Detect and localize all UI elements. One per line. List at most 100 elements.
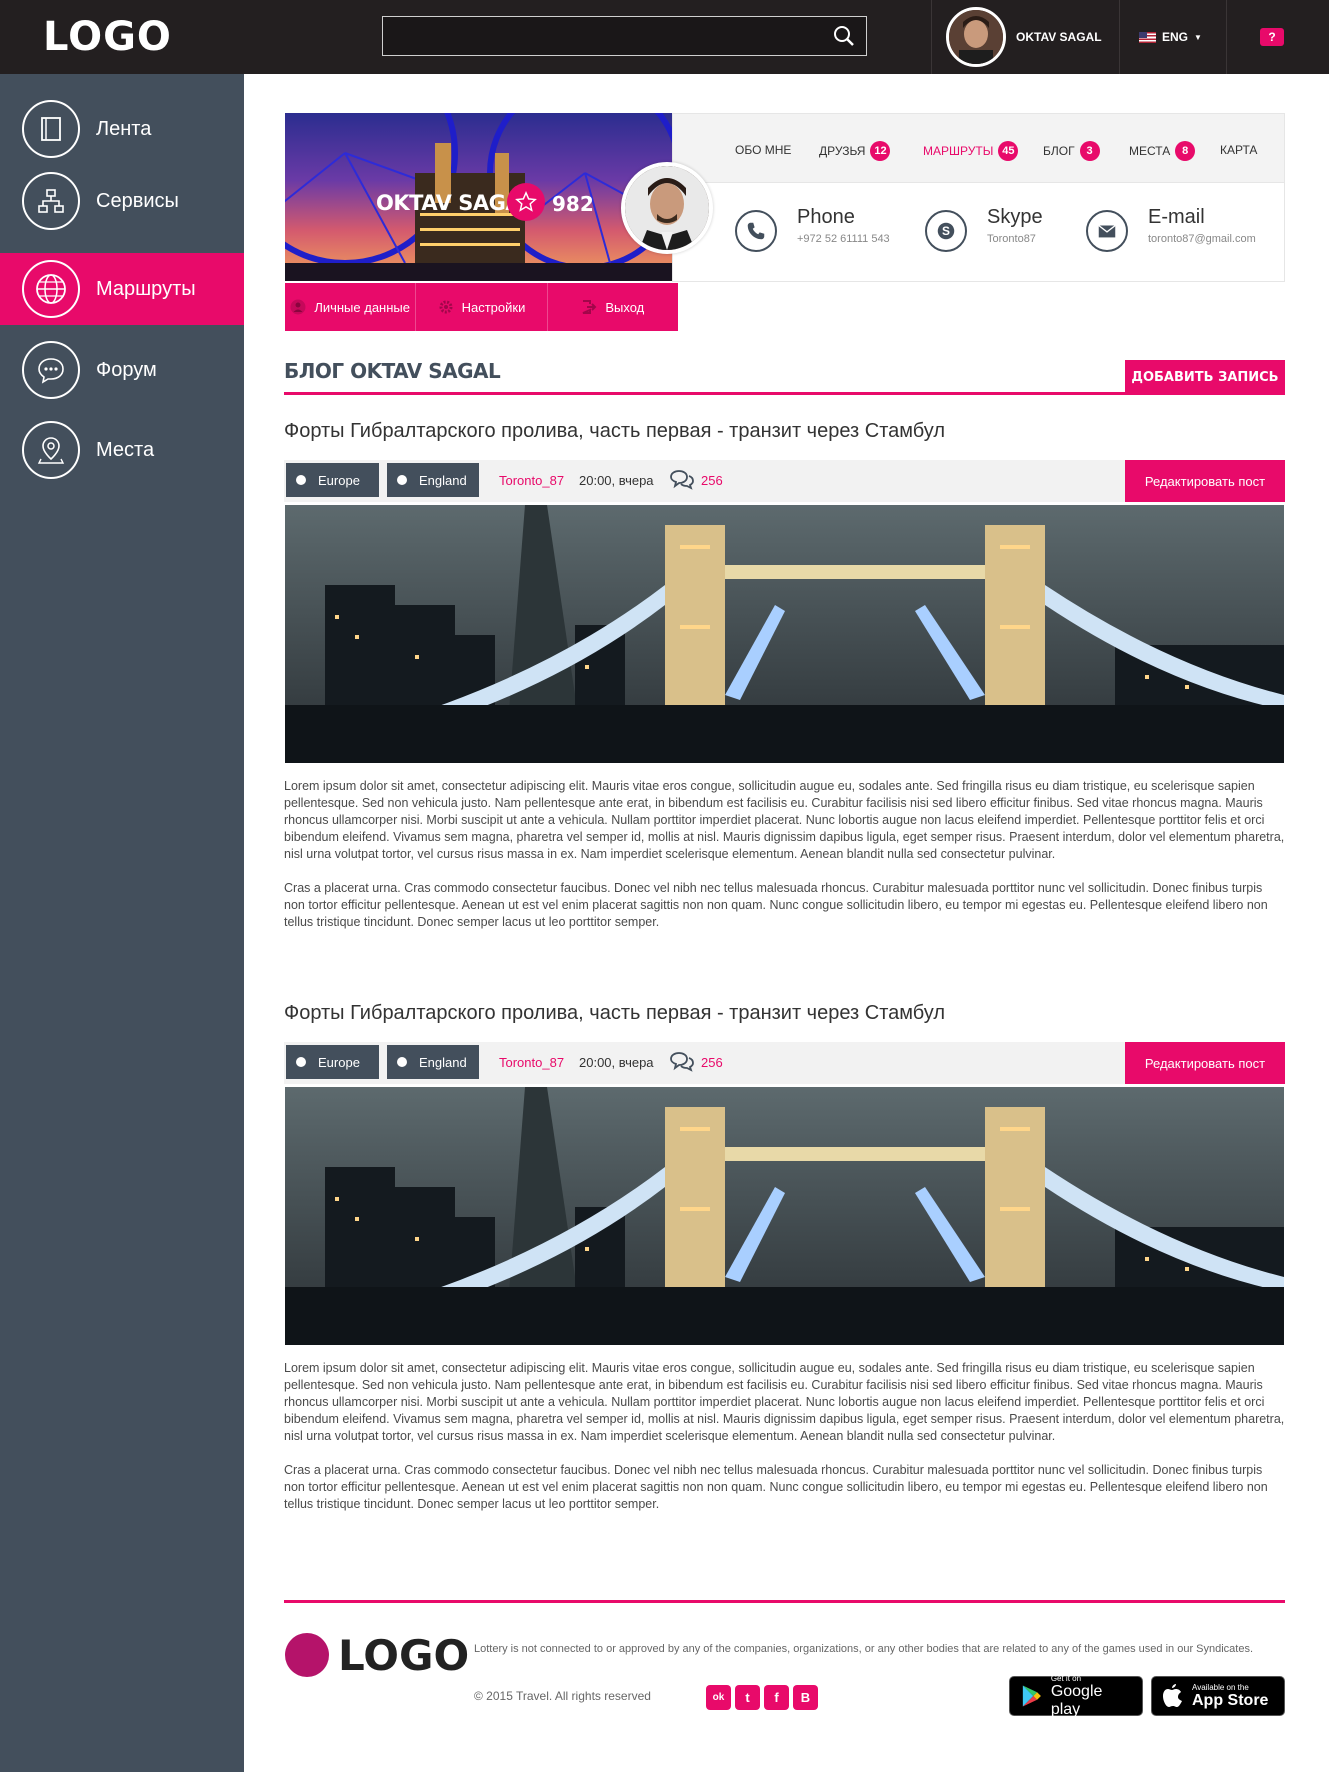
count-badge: 12 xyxy=(870,141,891,161)
profile-avatar[interactable] xyxy=(621,162,713,254)
count-badge: 3 xyxy=(1079,141,1100,161)
contact-skype: S Skype Toronto87 xyxy=(925,206,1043,252)
search-icon[interactable] xyxy=(832,24,856,48)
blog-title: БЛОГ OKTAV SAGAL xyxy=(284,359,501,383)
google-play-button[interactable]: Get it on Google play xyxy=(1009,1674,1143,1718)
facebook-icon[interactable]: f xyxy=(764,1685,789,1710)
twitter-icon[interactable]: t xyxy=(735,1685,760,1710)
post-paragraph: Cras a placerat urna. Cras commodo conse… xyxy=(284,1463,1268,1511)
blog-post: Форты Гибралтарского пролива, часть перв… xyxy=(284,1002,1285,1511)
sidebar-item-routes[interactable]: Маршруты xyxy=(0,253,244,325)
tab-places[interactable]: МЕСТА 8 xyxy=(1129,141,1196,161)
post-title[interactable]: Форты Гибралтарского пролива, часть перв… xyxy=(284,420,1285,443)
apple-icon xyxy=(1163,1684,1182,1707)
dot-icon xyxy=(397,1057,407,1067)
svg-text:S: S xyxy=(942,224,950,238)
tag-europe[interactable]: Europe xyxy=(286,1045,379,1079)
tab-blog[interactable]: БЛОГ 3 xyxy=(1043,141,1100,161)
tab-label: ОБО МНЕ xyxy=(735,143,792,157)
app-store-button[interactable]: Available on the App Store xyxy=(1151,1676,1285,1716)
comments-count: 256 xyxy=(701,472,723,488)
tab-routes[interactable]: МАРШРУТЫ 45 xyxy=(923,141,1019,161)
add-post-button[interactable]: ДОБАВИТЬ ЗАПИСЬ xyxy=(1125,360,1285,395)
contact-phone: Phone +972 52 61111 543 xyxy=(735,206,890,252)
globe-icon xyxy=(22,260,80,318)
tab-label: ДРУЗЬЯ xyxy=(819,144,866,158)
comments-link[interactable]: 256 xyxy=(669,469,723,491)
personal-data-button[interactable]: Личные данные xyxy=(285,283,417,331)
contact-title: Skype xyxy=(987,206,1043,228)
post-image[interactable] xyxy=(285,1087,1284,1345)
contact-info: Phone +972 52 61111 543 S Skype Toronto8… xyxy=(672,183,1285,282)
us-flag-icon xyxy=(1139,31,1156,43)
tab-friends[interactable]: ДРУЗЬЯ 12 xyxy=(819,141,891,161)
sidebar-item-label: Лента xyxy=(96,117,152,140)
action-label: Выход xyxy=(605,299,645,315)
map-pin-icon xyxy=(22,421,80,479)
user-name[interactable]: OKTAV SAGAL xyxy=(1016,30,1102,44)
sidebar-item-forum[interactable]: Форум xyxy=(0,334,244,406)
count-badge: 8 xyxy=(1175,141,1196,161)
blog-post: Форты Гибралтарского пролива, часть перв… xyxy=(284,420,1285,929)
sidebar-item-lenta[interactable]: Лента xyxy=(0,93,244,165)
sidebar-item-places[interactable]: Места xyxy=(0,414,244,486)
logo[interactable]: LOGO xyxy=(43,14,172,60)
sidebar-item-label: Места xyxy=(96,438,155,461)
contact-value[interactable]: +972 52 61111 543 xyxy=(797,233,890,245)
divider xyxy=(284,392,1285,395)
post-image[interactable] xyxy=(285,505,1284,763)
skype-icon: S xyxy=(925,210,967,252)
gear-icon xyxy=(439,300,453,314)
post-paragraph: Cras a placerat urna. Cras commodo conse… xyxy=(284,881,1268,929)
divider xyxy=(931,0,932,74)
contact-value[interactable]: toronto87@gmail.com xyxy=(1148,233,1256,245)
dot-icon xyxy=(397,475,407,485)
sidebar-item-label: Маршруты xyxy=(96,277,196,300)
post-title[interactable]: Форты Гибралтарского пролива, часть перв… xyxy=(284,1002,1285,1025)
top-bar: LOGO OKTAV SAGAL ENG ▼ ? xyxy=(0,0,1329,74)
footer-logo[interactable]: LOGO xyxy=(338,1631,469,1680)
post-time: 20:00, вчера xyxy=(579,1055,654,1070)
post-paragraph: Lorem ipsum dolor sit amet, consectetur … xyxy=(284,1361,1285,1443)
profile-score: 982 xyxy=(552,192,594,216)
profile-actions: Личные данные Настройки Выход xyxy=(285,283,678,331)
comments-icon xyxy=(670,470,694,490)
help-button[interactable]: ? xyxy=(1260,28,1284,46)
odnoklassniki-icon[interactable]: ok xyxy=(706,1685,731,1710)
footer-disclaimer: Lottery is not connected to or approved … xyxy=(474,1643,1254,1655)
divider xyxy=(1119,0,1120,74)
vk-icon[interactable]: B xyxy=(793,1685,818,1710)
footer-copyright: © 2015 Travel. All rights reserved xyxy=(474,1689,651,1703)
comments-count: 256 xyxy=(701,1054,723,1070)
language-select[interactable]: ENG ▼ xyxy=(1139,30,1202,44)
edit-post-button[interactable]: Редактировать пост xyxy=(1125,460,1285,502)
post-body: Lorem ipsum dolor sit amet, consectetur … xyxy=(284,1360,1285,1530)
comments-link[interactable]: 256 xyxy=(669,1051,723,1073)
contact-value[interactable]: Toronto87 xyxy=(987,233,1043,245)
tab-about[interactable]: ОБО МНЕ xyxy=(735,143,791,157)
divider xyxy=(284,1600,1285,1603)
post-author[interactable]: Toronto_87 xyxy=(499,1055,564,1070)
settings-button[interactable]: Настройки xyxy=(416,283,548,331)
tag-label: England xyxy=(419,1054,467,1070)
avatar[interactable] xyxy=(946,7,1006,67)
post-meta: Europe England Toronto_87 20:00, вчера 2… xyxy=(284,1042,1285,1084)
contact-title: E-mail xyxy=(1148,206,1205,228)
user-menu[interactable]: OKTAV SAGAL xyxy=(946,7,1102,67)
tag-europe[interactable]: Europe xyxy=(286,463,379,497)
tab-map[interactable]: КАРТА xyxy=(1220,143,1257,157)
envelope-icon xyxy=(1086,210,1128,252)
sidebar-item-services[interactable]: Сервисы xyxy=(0,165,244,237)
edit-post-button[interactable]: Редактировать пост xyxy=(1125,1042,1285,1084)
tag-england[interactable]: England xyxy=(387,1045,479,1079)
action-label: Настройки xyxy=(461,299,526,315)
store-small-label: Available on the xyxy=(1192,1682,1249,1692)
dot-icon xyxy=(296,1057,306,1067)
language-label: ENG xyxy=(1162,30,1189,44)
tab-label: МАРШРУТЫ xyxy=(923,144,994,158)
post-author[interactable]: Toronto_87 xyxy=(499,473,564,488)
tag-england[interactable]: England xyxy=(387,463,479,497)
google-play-icon xyxy=(1022,1685,1041,1707)
search-input[interactable] xyxy=(382,16,867,56)
logout-button[interactable]: Выход xyxy=(548,283,678,331)
